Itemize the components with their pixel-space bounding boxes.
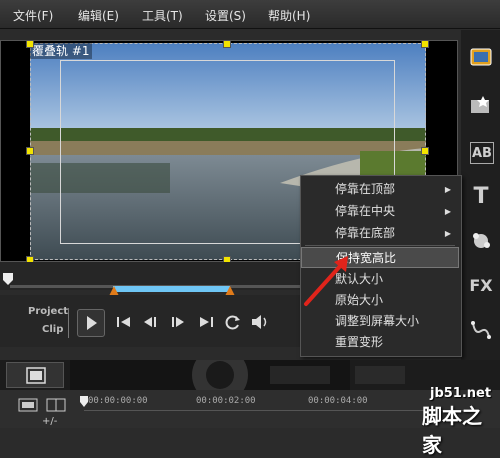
submenu-arrow-icon: ▶ — [444, 185, 451, 194]
project-mode-label[interactable]: Project — [28, 306, 68, 317]
menu-item-dock-top[interactable]: 停靠在顶部 ▶ — [301, 179, 459, 200]
repeat-icon[interactable] — [222, 311, 244, 333]
menu-bar: 文件(F) 编辑(E) 工具(T) 设置(S) 帮助(H) — [0, 0, 500, 29]
time-label-end: 00:00:04:00 — [308, 396, 368, 406]
time-label-mid: 00:00:02:00 — [196, 396, 256, 406]
timeline-toolbar — [0, 347, 500, 403]
ab-transition-icon[interactable]: AB — [470, 142, 494, 164]
menu-item-label: 停靠在顶部 — [335, 182, 396, 196]
chapter-icon[interactable] — [46, 398, 66, 412]
fx-filter-icon[interactable]: FX — [466, 270, 496, 300]
menu-edit[interactable]: 编辑(E) — [78, 7, 119, 24]
watermark-url: jb51.net — [430, 386, 492, 401]
menu-item-dock-center[interactable]: 停靠在中央 ▶ — [301, 201, 459, 222]
menu-help[interactable]: 帮助(H) — [268, 7, 310, 24]
effects-icon[interactable] — [466, 90, 496, 120]
timeline-options[interactable] — [355, 366, 405, 384]
resize-handle-top[interactable] — [223, 40, 231, 48]
menu-settings[interactable]: 设置(S) — [205, 7, 246, 24]
trim-range[interactable] — [113, 286, 230, 292]
menu-item-label: 重置变形 — [335, 335, 384, 349]
resize-handle-right[interactable] — [421, 147, 429, 155]
storyboard-view-button[interactable] — [6, 362, 64, 388]
track-manager-icon[interactable] — [18, 398, 38, 412]
menu-item-label: 停靠在底部 — [335, 226, 396, 240]
menu-item-dock-bottom[interactable]: 停靠在底部 ▶ — [301, 223, 459, 244]
menu-item-reset-transform[interactable]: 重置变形 — [301, 332, 459, 353]
resize-handle-top-left[interactable] — [26, 40, 34, 48]
resize-handle-top-right[interactable] — [421, 40, 429, 48]
watermark-title: 脚本之家 — [422, 404, 482, 457]
ruler-line — [84, 410, 464, 411]
media-icon[interactable] — [466, 42, 496, 72]
timeline-thumbnail-strip — [70, 347, 350, 403]
clip-mode-label[interactable]: Clip — [42, 324, 63, 335]
zoom-control[interactable]: +/- — [42, 416, 57, 427]
submenu-arrow-icon: ▶ — [444, 207, 451, 216]
volume-icon[interactable] — [249, 311, 271, 333]
home-icon[interactable] — [113, 311, 135, 333]
annotation-arrow-icon — [300, 250, 360, 310]
path-icon[interactable] — [466, 315, 496, 345]
play-button[interactable] — [77, 309, 105, 337]
resize-handle-left[interactable] — [26, 147, 34, 155]
timeline-playhead[interactable] — [80, 396, 88, 408]
menu-separator — [305, 245, 455, 246]
time-label-start: 00:00:00:00 — [88, 396, 148, 406]
playhead-marker[interactable] — [2, 272, 14, 286]
mode-divider — [68, 308, 69, 338]
overlay-track-label: 覆叠轨 #1 — [30, 42, 92, 59]
menu-item-label: 调整到屏幕大小 — [335, 314, 420, 328]
menu-file[interactable]: 文件(F) — [13, 7, 53, 24]
title-icon[interactable]: T — [466, 181, 496, 211]
next-frame-icon[interactable] — [166, 311, 188, 333]
graphics-icon[interactable] — [466, 226, 496, 256]
right-toolbar: AB T FX — [461, 30, 500, 360]
previous-frame-icon[interactable] — [140, 311, 162, 333]
menu-item-label: 停靠在中央 — [335, 204, 396, 218]
submenu-arrow-icon: ▶ — [444, 229, 451, 238]
menu-tools[interactable]: 工具(T) — [142, 7, 183, 24]
end-icon[interactable] — [195, 311, 217, 333]
menu-item-fit-to-screen[interactable]: 调整到屏幕大小 — [301, 311, 459, 332]
